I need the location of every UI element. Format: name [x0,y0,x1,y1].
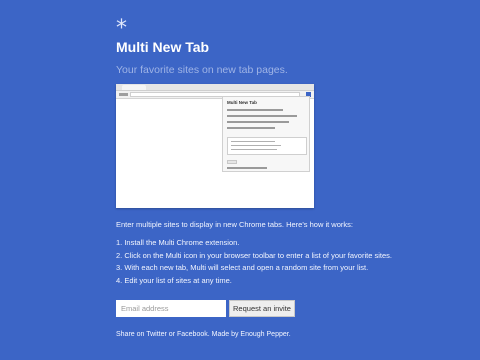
screenshot-tab [122,85,146,90]
step-item: 3. With each new tab, Multi will select … [116,263,369,272]
step-item: 2. Click on the Multi icon in your brows… [116,250,392,260]
step-item: 4. Edit your list of sites at any time. [116,275,232,285]
screenshot-text-line [227,115,297,117]
how-it-works-list: 1. Install the Multi Chrome extension. 2… [116,237,392,287]
screenshot-popup-title: Multi New Tab [227,100,257,105]
footer-made-by-text: . Made by [207,331,241,338]
screenshot-text-line [227,167,267,169]
screenshot-sites-textarea [227,137,307,155]
footer-or-text: or [166,331,177,338]
twitter-link[interactable]: Twitter [146,331,167,338]
screenshot-tab-bar [116,84,314,91]
screenshot-nav-icons [119,93,128,96]
page-tagline: Your favorite sites on new tab pages. [116,64,288,76]
screenshot-text-line [227,109,283,111]
footer-suffix: . [288,331,291,338]
author-link[interactable]: Enough Pepper [240,331,288,338]
screenshot-text-line [227,121,289,123]
footer: Share on Twitter or Facebook. Made by En… [116,330,291,340]
page-title: Multi New Tab [116,39,210,55]
intro-text: Enter multiple sites to display in new C… [116,220,353,229]
email-field[interactable] [116,300,226,317]
logo-asterisk-icon: * [116,16,127,41]
step-item: 1. Install the Multi Chrome extension. [116,238,240,247]
screenshot-save-button [227,160,237,164]
request-invite-button[interactable]: Request an invite [229,300,295,317]
footer-share-prefix: Share on [116,331,147,338]
product-screenshot: Multi New Tab [116,84,314,208]
screenshot-text-line [227,127,275,129]
screenshot-extension-popup: Multi New Tab [222,96,310,172]
facebook-link[interactable]: Facebook [177,331,208,338]
